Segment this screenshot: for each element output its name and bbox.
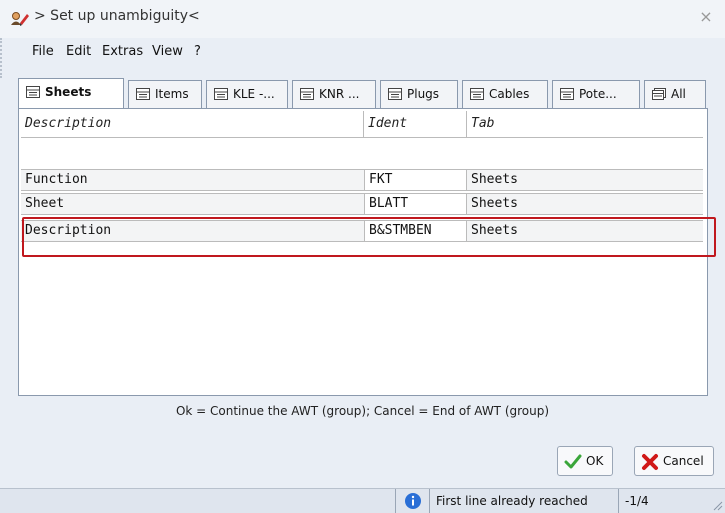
tab-label: Plugs [407,87,440,101]
status-message: First line already reached [429,489,618,513]
column-header-tab[interactable]: Tab [467,111,703,137]
cell-ident[interactable]: B&STMBEN [364,221,467,241]
table-icon [26,86,40,98]
menu-edit[interactable]: Edit [66,44,91,59]
grid-header: Description Ident Tab [21,111,703,138]
cell-description: Description [25,223,112,238]
cell-tab: Sheets [471,172,518,187]
tab-label: Cables [489,87,530,101]
window-title: > Set up unambiguity< [34,8,200,24]
cell-ident[interactable]: FKT [364,170,467,190]
tab-sheets[interactable]: Sheets [18,78,124,108]
ok-button[interactable]: OK [557,446,613,476]
tab-all[interactable]: All [644,80,706,108]
status-bar: First line already reached -1/4 [0,488,725,513]
table-row[interactable]: Sheet BLATT Sheets [21,193,703,215]
red-x-icon [642,454,658,470]
menu-extras[interactable]: Extras [102,44,143,59]
tab-knr[interactable]: KNR ... [292,80,376,108]
ok-label: OK [586,454,604,468]
cell-description: Function [25,172,88,187]
title-bar[interactable]: > Set up unambiguity< × [0,0,725,38]
table-icon [300,88,314,100]
tab-label: Sheets [45,85,92,99]
table-row[interactable]: Description B&STMBEN Sheets [21,220,703,242]
checkmark-icon [564,454,582,469]
column-header-description[interactable]: Description [21,111,363,137]
cell-tab: Sheets [471,196,518,211]
tab-label: Pote... [579,87,617,101]
cell-ident[interactable]: BLATT [364,194,467,214]
table-icon [136,88,150,100]
cell-description: Sheet [25,196,65,211]
tab-label: All [671,87,686,101]
tab-label: Items [155,87,189,101]
table-row[interactable]: Function FKT Sheets [21,169,703,191]
table-icon [470,88,484,100]
dialog-window: > Set up unambiguity< × File Edit Extras… [0,0,725,513]
tab-cables[interactable]: Cables [462,80,548,108]
tab-label: KNR ... [319,87,360,101]
menu-file[interactable]: File [32,44,54,59]
tab-label: KLE -... [233,87,275,101]
info-cell [395,489,429,513]
tab-kle[interactable]: KLE -... [206,80,288,108]
column-header-ident[interactable]: Ident [364,111,466,137]
cell-tab: Sheets [471,223,518,238]
multi-table-icon [652,88,666,100]
table-icon [388,88,402,100]
tab-pote[interactable]: Pote... [552,80,640,108]
instruction-text: Ok = Continue the AWT (group); Cancel = … [175,404,550,418]
menu-view[interactable]: View [152,44,183,59]
table-icon [214,88,228,100]
tab-items[interactable]: Items [128,80,202,108]
info-icon [405,493,421,509]
close-button[interactable]: × [695,6,717,28]
toolbar-grip[interactable] [0,38,8,78]
cancel-label: Cancel [663,454,704,468]
record-counter: -1/4 [618,489,668,513]
resize-grip-icon[interactable] [711,499,723,511]
sheets-grid-panel: Description Ident Tab Function FKT Sheet… [18,108,708,396]
cancel-button[interactable]: Cancel [634,446,714,476]
user-edit-icon [11,12,29,26]
menu-help[interactable]: ? [194,44,201,59]
tab-plugs[interactable]: Plugs [380,80,458,108]
tab-strip: Sheets Items KLE -... KNR ... Plugs Cabl… [18,78,708,108]
table-icon [560,88,574,100]
